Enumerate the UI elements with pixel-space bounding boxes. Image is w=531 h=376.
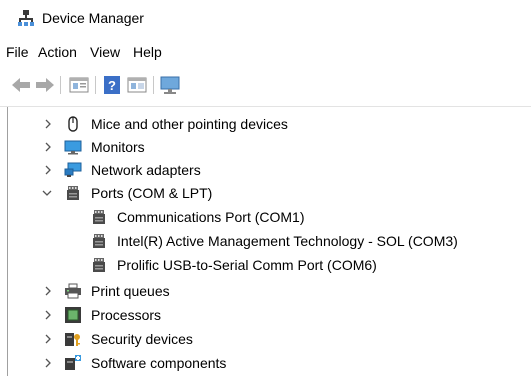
port-icon — [93, 258, 105, 272]
toolbar-separator — [95, 76, 96, 94]
window-title: Device Manager — [42, 10, 144, 26]
chevron-right-icon[interactable] — [42, 164, 54, 176]
menu-file[interactable]: File — [6, 43, 29, 61]
tree-node-security-devices[interactable]: Security devices — [0, 328, 531, 350]
menu-bar: File Action View Help — [0, 40, 531, 62]
tree-node-label: Security devices — [91, 331, 193, 347]
menu-action[interactable]: Action — [38, 43, 77, 61]
properties-icon[interactable] — [67, 74, 91, 96]
tree-node-software-components[interactable]: Software components — [0, 352, 531, 374]
device-manager-icon — [18, 10, 34, 26]
tree-node-label: Mice and other pointing devices — [91, 116, 288, 132]
svg-text:?: ? — [108, 78, 116, 93]
chevron-right-icon[interactable] — [42, 141, 54, 153]
tree-node-label: Network adapters — [91, 162, 201, 178]
view-icon[interactable] — [125, 74, 149, 96]
chevron-right-icon[interactable] — [42, 357, 54, 369]
tree-node-mice[interactable]: Mice and other pointing devices — [0, 113, 531, 135]
security-key-icon — [65, 333, 80, 346]
tree-node-label: Processors — [91, 307, 162, 323]
chevron-right-icon[interactable] — [42, 309, 54, 321]
port-icon — [93, 210, 105, 224]
monitor-icon — [64, 140, 82, 155]
software-component-icon — [65, 355, 81, 370]
help-icon[interactable]: ? — [100, 74, 124, 96]
tree-node-label: Print queues — [91, 283, 170, 299]
tree-node-com1[interactable]: Communications Port (COM1) — [0, 206, 531, 228]
toolbar: ? — [0, 66, 531, 107]
toolbar-separator — [153, 76, 154, 94]
chevron-right-icon[interactable] — [42, 333, 54, 345]
tree-node-label: Software components — [91, 355, 227, 371]
printer-icon — [65, 283, 81, 299]
tree-node-label: Ports (COM & LPT) — [91, 185, 213, 201]
tree-node-label: Communications Port (COM1) — [117, 209, 305, 225]
tree-node-network-adapters[interactable]: Network adapters — [0, 159, 531, 181]
tree-node-label: Prolific USB-to-Serial Comm Port (COM6) — [117, 257, 377, 273]
chevron-right-icon[interactable] — [42, 285, 54, 297]
menu-view[interactable]: View — [90, 43, 120, 61]
tree-node-com3[interactable]: Intel(R) Active Management Technology - … — [0, 230, 531, 252]
chevron-down-icon[interactable] — [41, 187, 53, 199]
port-icon — [67, 186, 79, 200]
tree-node-label: Intel(R) Active Management Technology - … — [117, 233, 458, 249]
mouse-icon — [68, 116, 78, 132]
menu-help[interactable]: Help — [133, 43, 162, 61]
processor-icon — [65, 307, 81, 323]
tree-node-label: Monitors — [91, 139, 145, 155]
back-icon[interactable] — [9, 74, 33, 96]
title-bar: Device Manager — [0, 0, 531, 34]
port-icon — [93, 234, 105, 248]
tree-node-processors[interactable]: Processors — [0, 304, 531, 326]
tree-node-ports[interactable]: Ports (COM & LPT) — [0, 182, 531, 204]
tree-node-com6[interactable]: Prolific USB-to-Serial Comm Port (COM6) — [0, 254, 531, 276]
forward-icon[interactable] — [33, 74, 57, 96]
tree-node-print-queues[interactable]: Print queues — [0, 280, 531, 302]
chevron-right-icon[interactable] — [42, 118, 54, 130]
toolbar-separator — [60, 76, 61, 94]
tree-node-monitors[interactable]: Monitors — [0, 136, 531, 158]
device-tree[interactable]: Mice and other pointing devices Monitors… — [0, 107, 531, 376]
network-adapter-icon — [64, 162, 82, 177]
monitor-scan-icon[interactable] — [158, 74, 182, 96]
